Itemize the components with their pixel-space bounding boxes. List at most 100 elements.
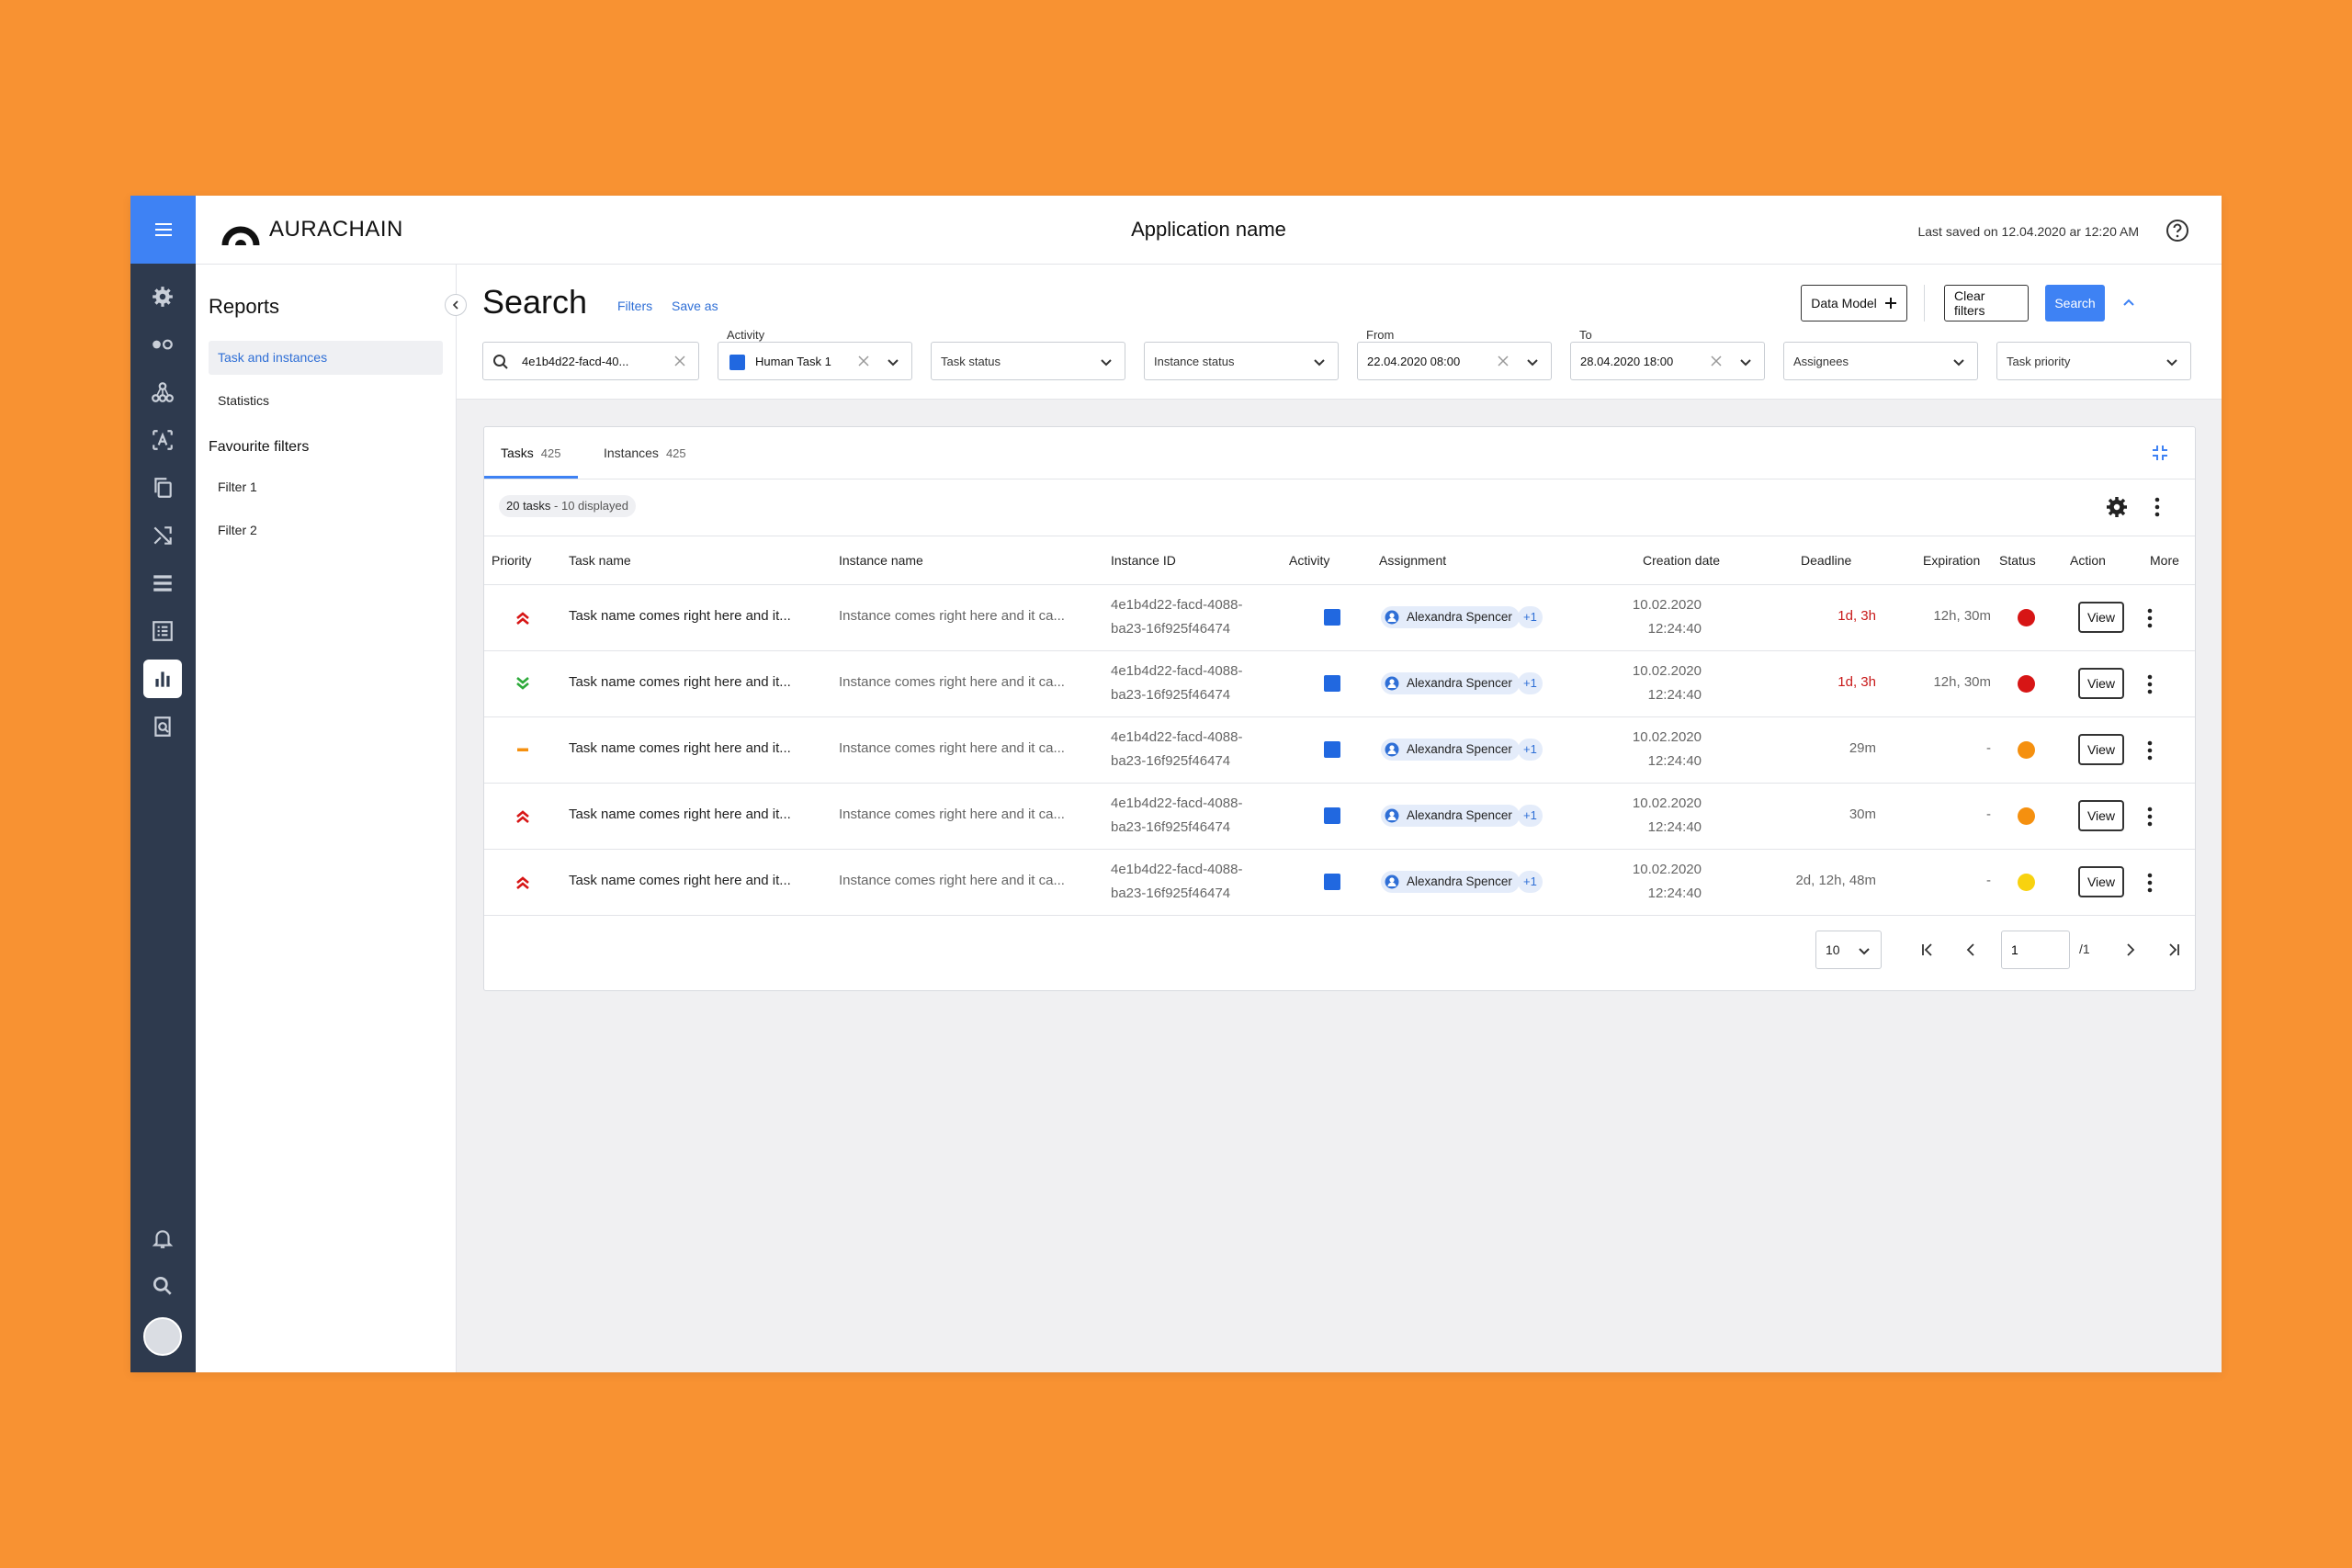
view-button[interactable]: View bbox=[2078, 866, 2124, 897]
assignee-chip[interactable]: Alexandra Spencer bbox=[1381, 672, 1520, 694]
page-input[interactable] bbox=[2001, 931, 2070, 969]
extra-assignees-badge[interactable]: +1 bbox=[1518, 606, 1543, 628]
table-row[interactable]: Task name comes right here and it... Inst… bbox=[484, 783, 2195, 850]
deadline: 1d, 3h bbox=[1838, 674, 1876, 690]
task-name[interactable]: Task name comes right here and it... bbox=[569, 807, 791, 822]
extra-assignees-badge[interactable]: +1 bbox=[1518, 805, 1543, 827]
col-deadline[interactable]: Deadline bbox=[1801, 553, 1851, 568]
table-settings-icon[interactable] bbox=[2105, 495, 2129, 519]
clear-icon[interactable] bbox=[1709, 354, 1724, 368]
search-icon[interactable] bbox=[143, 1267, 182, 1305]
toggle-icon[interactable] bbox=[143, 325, 182, 364]
task-priority-select[interactable]: Task priority bbox=[1996, 342, 2191, 380]
chevron-up-icon[interactable] bbox=[2121, 296, 2136, 310]
save-as-link[interactable]: Save as bbox=[672, 299, 718, 313]
instance-status-select[interactable]: Instance status bbox=[1144, 342, 1339, 380]
assignee-chip[interactable]: Alexandra Spencer bbox=[1381, 739, 1520, 761]
col-assignment[interactable]: Assignment bbox=[1379, 553, 1446, 568]
search-button[interactable]: Search bbox=[2045, 285, 2105, 321]
assignee-chip[interactable]: Alexandra Spencer bbox=[1381, 805, 1520, 827]
activity-select[interactable]: Activity Human Task 1 bbox=[718, 328, 912, 380]
col-creation-date[interactable]: Creation date bbox=[1643, 553, 1720, 568]
view-button[interactable]: View bbox=[2078, 668, 2124, 699]
more-vertical-icon[interactable] bbox=[2138, 606, 2162, 630]
collapse-view-icon[interactable] bbox=[2151, 444, 2169, 462]
more-vertical-icon[interactable] bbox=[2138, 871, 2162, 895]
assignee-chip[interactable]: Alexandra Spencer bbox=[1381, 606, 1520, 628]
view-button[interactable]: View bbox=[2078, 602, 2124, 633]
tab-instances[interactable]: Instances 425 bbox=[587, 427, 703, 479]
next-page-icon[interactable] bbox=[2120, 940, 2140, 960]
col-more[interactable]: More bbox=[2150, 553, 2179, 568]
col-status[interactable]: Status bbox=[1999, 553, 2036, 568]
from-date-picker[interactable]: From 22.04.2020 08:00 bbox=[1357, 328, 1552, 380]
collapse-panel-button[interactable] bbox=[445, 294, 467, 316]
col-instance-id[interactable]: Instance ID bbox=[1111, 553, 1176, 568]
search-field[interactable]: 4e1b4d22-facd-40... bbox=[482, 342, 699, 380]
ocr-icon[interactable] bbox=[143, 421, 182, 459]
extra-assignees-badge[interactable]: +1 bbox=[1518, 871, 1543, 893]
task-name[interactable]: Task name comes right here and it... bbox=[569, 740, 791, 756]
sidebar-item-task-and-instances[interactable]: Task and instances bbox=[209, 341, 443, 375]
clear-filters-button[interactable]: Clear filters bbox=[1944, 285, 2029, 321]
clear-icon[interactable] bbox=[673, 354, 687, 368]
filters-link[interactable]: Filters bbox=[617, 299, 652, 313]
more-vertical-icon[interactable] bbox=[2138, 805, 2162, 829]
col-action[interactable]: Action bbox=[2070, 553, 2106, 568]
list-icon[interactable] bbox=[143, 564, 182, 603]
creation-date: 10.02.2020 12:24:40 bbox=[1610, 593, 1702, 641]
table-row[interactable]: Task name comes right here and it... Inst… bbox=[484, 716, 2195, 784]
view-button[interactable]: View bbox=[2078, 734, 2124, 765]
sidebar-item-statistics[interactable]: Statistics bbox=[209, 384, 443, 418]
task-name[interactable]: Task name comes right here and it... bbox=[569, 873, 791, 888]
col-task-name[interactable]: Task name bbox=[569, 553, 631, 568]
instance-name: Instance comes right here and it ca... bbox=[839, 674, 1065, 690]
favourite-filter-1[interactable]: Filter 1 bbox=[209, 470, 443, 504]
clear-icon[interactable] bbox=[856, 354, 871, 368]
to-date-picker[interactable]: To 28.04.2020 18:00 bbox=[1570, 328, 1765, 380]
col-priority[interactable]: Priority bbox=[492, 553, 532, 568]
search-icon bbox=[493, 355, 508, 369]
more-vertical-icon[interactable] bbox=[2138, 739, 2162, 762]
bell-icon[interactable] bbox=[143, 1219, 182, 1258]
more-vertical-icon[interactable] bbox=[2145, 495, 2169, 519]
table-row[interactable]: Task name comes right here and it... Inst… bbox=[484, 849, 2195, 916]
view-button[interactable]: View bbox=[2078, 800, 2124, 831]
favourite-filters-heading: Favourite filters bbox=[209, 439, 310, 455]
col-instance-name[interactable]: Instance name bbox=[839, 553, 923, 568]
last-page-icon[interactable] bbox=[2164, 940, 2184, 960]
from-label: From bbox=[1366, 328, 1395, 342]
assignees-select[interactable]: Assignees bbox=[1783, 342, 1978, 380]
clear-icon[interactable] bbox=[1496, 354, 1510, 368]
help-icon[interactable] bbox=[2165, 219, 2189, 243]
task-name[interactable]: Task name comes right here and it... bbox=[569, 674, 791, 690]
bar-chart-icon[interactable] bbox=[143, 660, 182, 698]
data-model-button[interactable]: Data Model bbox=[1801, 285, 1907, 321]
page-size-select[interactable]: 10 bbox=[1815, 931, 1882, 969]
tab-tasks[interactable]: Tasks 425 bbox=[484, 427, 578, 479]
search-doc-icon[interactable] bbox=[143, 707, 182, 746]
task-name[interactable]: Task name comes right here and it... bbox=[569, 608, 791, 624]
avatar[interactable] bbox=[143, 1317, 182, 1356]
prev-page-icon[interactable] bbox=[1962, 940, 1982, 960]
col-expiration[interactable]: Expiration bbox=[1923, 553, 1980, 568]
deadline: 29m bbox=[1849, 740, 1876, 756]
first-page-icon[interactable] bbox=[1917, 940, 1938, 960]
assignee-chip[interactable]: Alexandra Spencer bbox=[1381, 871, 1520, 893]
form-icon[interactable] bbox=[143, 612, 182, 650]
network-icon[interactable] bbox=[143, 373, 182, 412]
extra-assignees-badge[interactable]: +1 bbox=[1518, 672, 1543, 694]
task-status-select[interactable]: Task status bbox=[931, 342, 1125, 380]
table-row[interactable]: Task name comes right here and it... Inst… bbox=[484, 584, 2195, 651]
deadline: 2d, 12h, 48m bbox=[1795, 873, 1876, 888]
table-row[interactable]: Task name comes right here and it... Inst… bbox=[484, 650, 2195, 717]
extra-assignees-badge[interactable]: +1 bbox=[1518, 739, 1543, 761]
menu-button[interactable] bbox=[130, 196, 196, 264]
shuffle-icon[interactable] bbox=[143, 516, 182, 555]
results-card: Tasks 425 Instances 425 20 tasks - 10 disp… bbox=[483, 426, 2196, 991]
col-activity[interactable]: Activity bbox=[1289, 553, 1329, 568]
favourite-filter-2[interactable]: Filter 2 bbox=[209, 513, 443, 547]
copy-icon[interactable] bbox=[143, 468, 182, 507]
gear-icon[interactable] bbox=[143, 277, 182, 316]
more-vertical-icon[interactable] bbox=[2138, 672, 2162, 696]
